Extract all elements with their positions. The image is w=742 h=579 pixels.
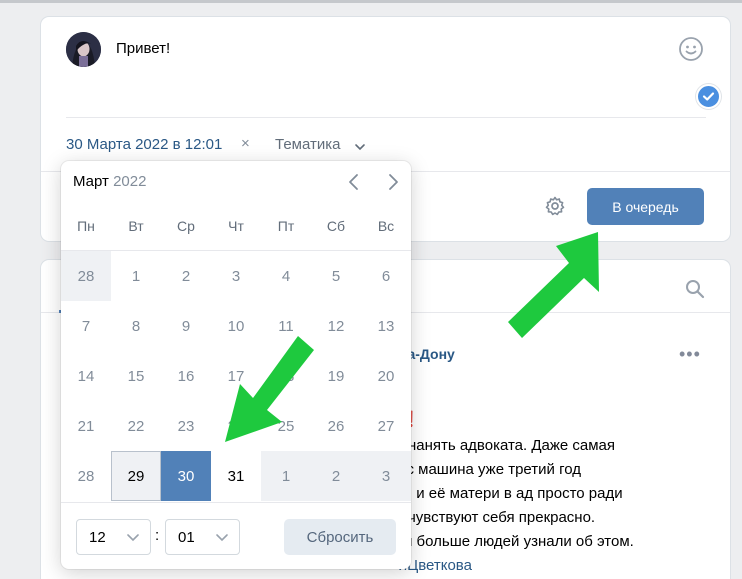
weekday-label: Пт bbox=[277, 218, 295, 234]
calendar-day[interactable]: 2 bbox=[161, 251, 211, 301]
topic-dropdown[interactable]: Тематика bbox=[275, 136, 340, 153]
calendar-day[interactable]: 28 bbox=[61, 251, 111, 301]
avatar[interactable] bbox=[66, 32, 101, 67]
calendar-day[interactable]: 11 bbox=[261, 301, 311, 351]
emoji-icon[interactable] bbox=[678, 36, 704, 62]
calendar-day[interactable]: 14 bbox=[61, 351, 111, 401]
post-line: ы нанять адвоката. Даже самая bbox=[393, 437, 616, 454]
calendar-day[interactable]: 3 bbox=[361, 451, 411, 501]
calendar-day[interactable]: 22 bbox=[111, 401, 161, 451]
calendar-day[interactable]: 1 bbox=[111, 251, 161, 301]
chevron-down-icon bbox=[127, 534, 139, 542]
calendar-day[interactable]: 28 bbox=[61, 451, 111, 501]
calendar-day[interactable]: 1 bbox=[261, 451, 311, 501]
weekday-label: Вт bbox=[128, 218, 144, 234]
search-icon[interactable] bbox=[684, 278, 706, 300]
weekday-label: Вс bbox=[377, 218, 395, 234]
calendar-day[interactable]: 10 bbox=[211, 301, 261, 351]
calendar-day[interactable]: 20 bbox=[361, 351, 411, 401]
calendar-day-selected[interactable]: 30 bbox=[161, 451, 211, 501]
weekday-label: Ср bbox=[177, 218, 195, 234]
calendar-month-title: Март 2022 bbox=[73, 173, 147, 190]
divider bbox=[66, 117, 706, 118]
calendar-day[interactable]: 25 bbox=[261, 401, 311, 451]
calendar-day[interactable]: 17 bbox=[211, 351, 261, 401]
divider bbox=[61, 502, 411, 503]
calendar-day[interactable]: 9 bbox=[161, 301, 211, 351]
calendar-day[interactable]: 18 bbox=[261, 351, 311, 401]
post-line: гос машина уже третий год bbox=[393, 461, 581, 478]
chevron-down-icon[interactable] bbox=[354, 139, 366, 151]
calendar-day[interactable]: 23 bbox=[161, 401, 211, 451]
calendar-day[interactable]: 15 bbox=[111, 351, 161, 401]
calendar-day[interactable]: 26 bbox=[311, 401, 361, 451]
post-line: бы больше людей узнали об этом. bbox=[393, 533, 634, 550]
weekday-label: Пн bbox=[77, 218, 95, 234]
more-options-button[interactable]: ••• bbox=[679, 344, 701, 365]
calendar-day[interactable]: 13 bbox=[361, 301, 411, 351]
calendar-day[interactable]: 7 bbox=[61, 301, 111, 351]
calendar-day-today[interactable]: 29 bbox=[111, 451, 161, 501]
calendar-day[interactable]: 8 bbox=[111, 301, 161, 351]
post-line: ны и её матери в ад просто ради bbox=[393, 485, 623, 502]
schedule-date[interactable]: 30 Марта 2022 в 12:01 bbox=[66, 136, 222, 153]
chevron-down-icon bbox=[216, 534, 228, 542]
calendar-day[interactable]: 5 bbox=[311, 251, 361, 301]
hour-select[interactable]: 12 bbox=[76, 519, 151, 555]
calendar-day[interactable]: 12 bbox=[311, 301, 361, 351]
calendar-day[interactable]: 2 bbox=[311, 451, 361, 501]
calendar-day[interactable]: 27 bbox=[361, 401, 411, 451]
gear-icon[interactable] bbox=[544, 195, 566, 217]
weekday-label: Чт bbox=[228, 218, 244, 234]
remove-date-button[interactable]: × bbox=[241, 135, 250, 152]
reset-button[interactable]: Сбросить bbox=[284, 519, 396, 555]
calendar-day[interactable]: 19 bbox=[311, 351, 361, 401]
post-text[interactable]: Привет! bbox=[116, 40, 170, 57]
calendar-day[interactable]: 16 bbox=[161, 351, 211, 401]
calendar-day[interactable]: 31 bbox=[211, 451, 261, 501]
checkmark-icon[interactable] bbox=[696, 84, 721, 109]
calendar-day[interactable]: 6 bbox=[361, 251, 411, 301]
add-to-queue-button[interactable]: В очередь bbox=[587, 188, 704, 225]
chevron-right-icon[interactable] bbox=[385, 173, 401, 191]
chevron-left-icon[interactable] bbox=[346, 173, 362, 191]
date-picker-popup: Март 2022 Пн Вт Ср Чт Пт Сб Вс 28 1 2 3 4 5 6 7 8 9 10 11… bbox=[61, 161, 411, 569]
minute-select[interactable]: 01 bbox=[165, 519, 240, 555]
post-line: ы чувствуют себя прекрасно. bbox=[393, 509, 596, 526]
calendar-day[interactable]: 21 bbox=[61, 401, 111, 451]
weekday-label: Сб bbox=[326, 218, 346, 234]
calendar-day[interactable]: 4 bbox=[261, 251, 311, 301]
top-border bbox=[0, 0, 742, 3]
calendar-day[interactable]: 24 bbox=[211, 401, 261, 451]
time-separator: : bbox=[155, 527, 160, 544]
calendar-day[interactable]: 3 bbox=[211, 251, 261, 301]
